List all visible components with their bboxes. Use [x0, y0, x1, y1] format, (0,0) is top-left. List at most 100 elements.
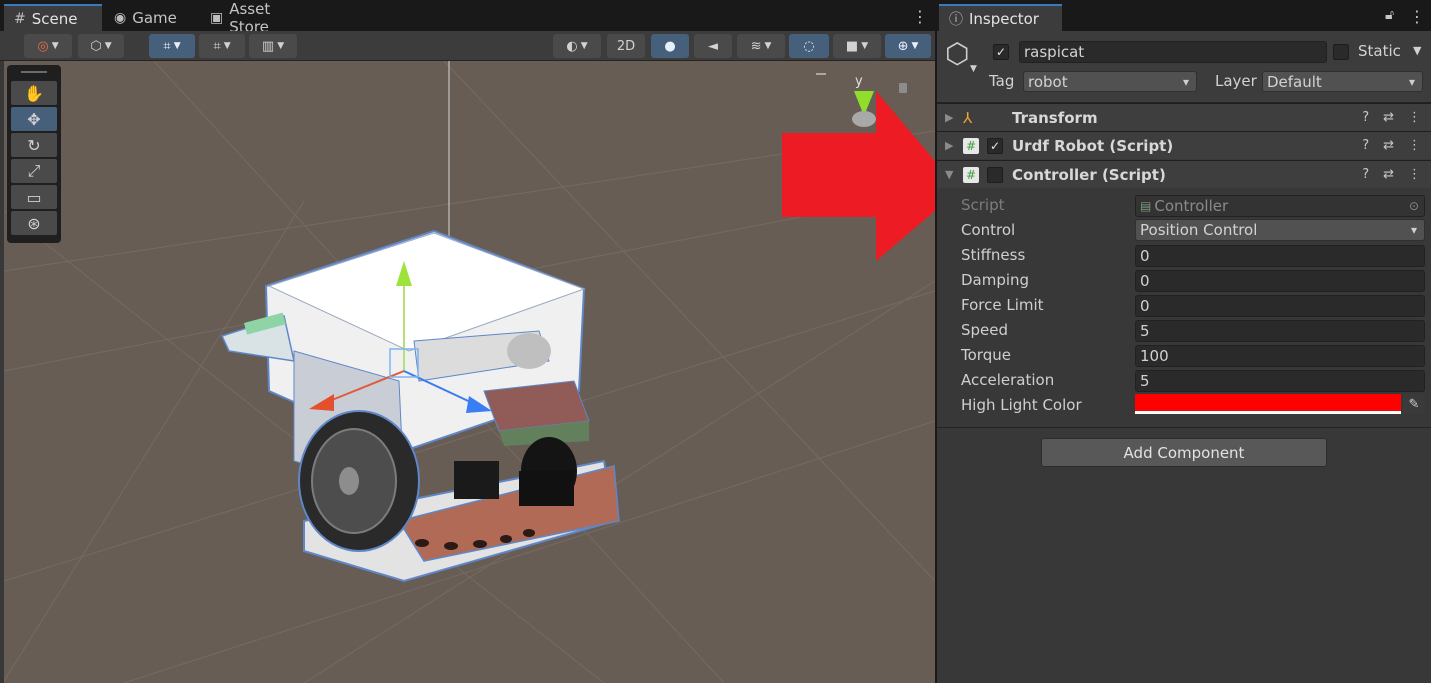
tab-scene[interactable]: # Scene: [4, 4, 102, 31]
static-dropdown-icon[interactable]: ▼: [1413, 44, 1421, 57]
script-value: Controller: [1154, 197, 1229, 215]
script-file-icon: ▤: [1140, 199, 1152, 213]
lighting-toggle-button[interactable]: ●: [651, 34, 689, 58]
draw-mode-button[interactable]: ◎ ▼: [24, 34, 72, 58]
ruler-button[interactable]: ▥ ▼: [249, 34, 297, 58]
shading-mode-button[interactable]: ⬡ ▼: [78, 34, 124, 58]
robot-model[interactable]: [220, 229, 620, 583]
name-field[interactable]: raspicat: [1019, 41, 1327, 63]
layer-dropdown[interactable]: Default: [1262, 71, 1423, 92]
inspector-panel: ⓘ Inspector 🔓︎ ⋮ ⬡ ▼ ✓ raspicat Static ▼…: [937, 0, 1431, 683]
urdf-robot-component-header[interactable]: ▶ # ✓ Urdf Robot (Script) ? ⇄ ⋮: [937, 131, 1431, 159]
object-picker-icon[interactable]: ⊙: [1409, 199, 1419, 213]
rect-tool-button[interactable]: ▭: [11, 185, 57, 209]
shading-sphere-button[interactable]: ◐ ▼: [553, 34, 601, 58]
stiffness-field[interactable]: 0: [1135, 245, 1425, 267]
acceleration-field[interactable]: 5: [1135, 370, 1425, 392]
component-title: Transform: [1012, 108, 1098, 127]
script-label: Script: [961, 196, 1005, 214]
camera-button[interactable]: ■ ▼: [833, 34, 881, 58]
2d-toggle-button[interactable]: 2D: [607, 34, 645, 58]
help-icon[interactable]: ?: [1362, 110, 1369, 125]
help-icon[interactable]: ?: [1362, 138, 1369, 153]
move-tool-button[interactable]: ✥: [11, 107, 57, 131]
eye-off-icon: ◌: [803, 38, 815, 54]
check-icon: ✓: [989, 139, 1001, 153]
grid-snap-icon: ⌗: [163, 38, 171, 54]
active-checkbox[interactable]: ✓: [993, 44, 1009, 60]
lock-icon[interactable]: 🔓︎: [1385, 7, 1394, 23]
tab-inspector-label: Inspector: [969, 9, 1039, 28]
gizmo-icon: ⊕: [897, 38, 909, 54]
hand-icon: ✋: [24, 83, 44, 103]
script-field[interactable]: ▤ Controller ⊙: [1135, 195, 1425, 217]
preset-icon[interactable]: ⇄: [1383, 167, 1394, 182]
grid-snap-button[interactable]: ⌗ ▼: [149, 34, 195, 58]
scale-icon: ⤢: [27, 161, 41, 180]
more-options-icon[interactable]: ⋮: [1409, 7, 1425, 26]
controller-enabled-checkbox[interactable]: [987, 167, 1003, 183]
snap-icon: ⌗: [213, 38, 221, 54]
audio-toggle-button[interactable]: ◄: [694, 34, 732, 58]
eyedropper-icon[interactable]: ✎: [1403, 394, 1425, 414]
torque-field[interactable]: 100: [1135, 345, 1425, 367]
foldout-arrow-icon[interactable]: ▶: [945, 111, 953, 124]
scene-render: [4, 61, 935, 683]
tag-dropdown[interactable]: robot: [1023, 71, 1197, 92]
static-label: Static: [1358, 42, 1401, 60]
speed-label: Speed: [961, 321, 1009, 339]
control-dropdown[interactable]: Position Control: [1135, 219, 1425, 241]
hand-tool-button[interactable]: ✋: [11, 81, 57, 105]
highlight-color-swatch[interactable]: [1135, 394, 1401, 414]
damping-label: Damping: [961, 271, 1030, 289]
sphere-icon: ◐: [566, 38, 578, 54]
urdf-robot-enabled-checkbox[interactable]: ✓: [987, 138, 1003, 154]
layers-icon: ≋: [750, 38, 762, 54]
controller-component-header[interactable]: ▼ # Controller (Script) ? ⇄ ⋮: [937, 160, 1431, 188]
script-icon: #: [963, 137, 979, 154]
gizmos-button[interactable]: ⊕ ▼: [885, 34, 931, 58]
damping-field[interactable]: 0: [1135, 270, 1425, 292]
acceleration-label: Acceleration: [961, 371, 1055, 389]
add-component-button[interactable]: Add Component: [1041, 438, 1327, 467]
scene-panel: # Scene ◉ Game ▣ Asset Store ⋮ ◎ ▼ ⬡ ▼ ⌗ ▼ …: [0, 0, 935, 683]
tab-game[interactable]: ◉ Game: [104, 4, 194, 31]
scene-viewport[interactable]: [4, 61, 935, 683]
scale-tool-button[interactable]: ⤢: [11, 159, 57, 183]
force-limit-label: Force Limit: [961, 296, 1044, 314]
preset-icon[interactable]: ⇄: [1383, 110, 1394, 125]
layer-label: Layer: [1215, 72, 1257, 90]
tab-game-label: Game: [132, 8, 177, 27]
icon-dropdown-caret-icon[interactable]: ▼: [970, 64, 977, 74]
kebab-icon[interactable]: ⋮: [1408, 138, 1421, 153]
grid-icon: #: [14, 10, 26, 27]
component-actions: ? ⇄ ⋮: [1362, 138, 1421, 153]
more-options-icon[interactable]: ⋮: [912, 7, 928, 26]
preset-icon[interactable]: ⇄: [1383, 138, 1394, 153]
ruler-icon: ▥: [261, 38, 275, 54]
kebab-icon[interactable]: ⋮: [1408, 167, 1421, 182]
force-limit-field[interactable]: 0: [1135, 295, 1425, 317]
component-actions: ? ⇄ ⋮: [1362, 110, 1421, 125]
highlight-color-label: High Light Color: [961, 396, 1082, 414]
foldout-arrow-icon[interactable]: ▼: [945, 168, 953, 181]
tab-asset-store[interactable]: ▣ Asset Store: [200, 0, 320, 36]
component-title: Controller (Script): [1012, 165, 1166, 184]
effects-button[interactable]: ≋ ▼: [737, 34, 785, 58]
rect-icon: ▭: [26, 187, 42, 207]
kebab-icon[interactable]: ⋮: [1408, 110, 1421, 125]
help-icon[interactable]: ?: [1362, 167, 1369, 182]
scene-tab-bar: # Scene ◉ Game ▣ Asset Store ⋮: [0, 0, 935, 36]
rotate-tool-button[interactable]: ↻: [11, 133, 57, 157]
scene-visibility-button[interactable]: ◌: [789, 34, 829, 58]
increment-snap-button[interactable]: ⌗ ▼: [199, 34, 245, 58]
speed-field[interactable]: 5: [1135, 320, 1425, 342]
transform-tool-button[interactable]: ⊛: [11, 211, 57, 235]
tab-inspector[interactable]: ⓘ Inspector: [939, 4, 1062, 31]
control-label: Control: [961, 221, 1016, 239]
transform-component-header[interactable]: ▶ ⅄ Transform ? ⇄ ⋮: [937, 103, 1431, 131]
inspector-tab-bar: ⓘ Inspector 🔓︎ ⋮: [937, 0, 1431, 31]
palette-grip[interactable]: [21, 71, 47, 77]
foldout-arrow-icon[interactable]: ▶: [945, 139, 953, 152]
static-checkbox[interactable]: [1333, 44, 1349, 60]
